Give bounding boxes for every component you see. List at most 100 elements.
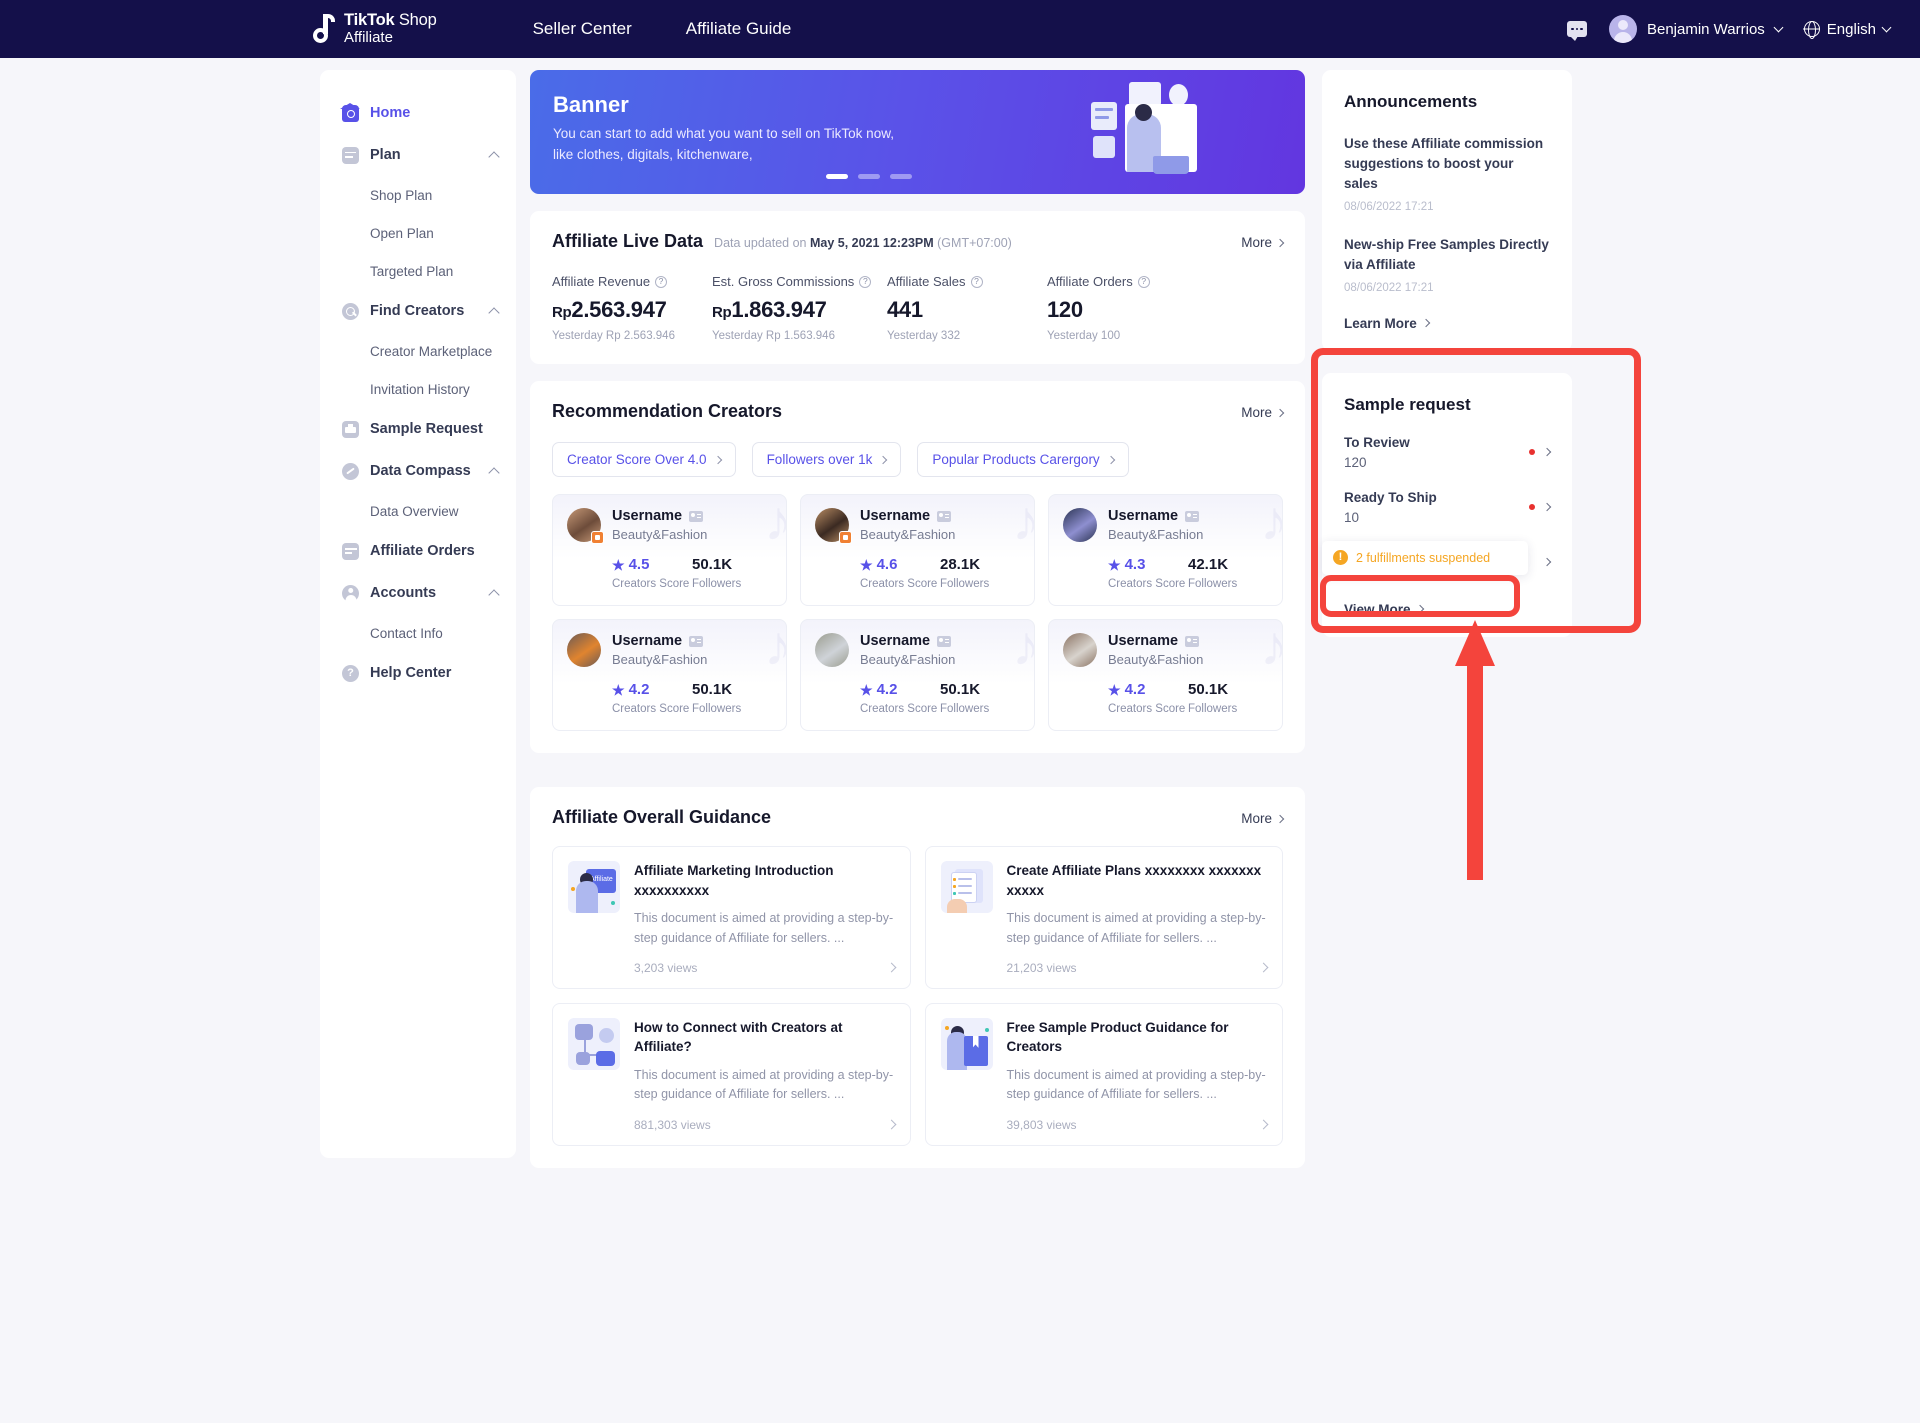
star-icon: ★: [612, 683, 625, 697]
creator-score-value: 4.5: [629, 556, 650, 573]
guidance-card[interactable]: How to Connect with Creators at Affiliat…: [552, 1003, 911, 1146]
announcement-text: New-ship Free Samples Directly via Affil…: [1344, 235, 1550, 275]
help-tooltip-icon[interactable]: ?: [655, 276, 667, 288]
help-tooltip-icon[interactable]: ?: [971, 276, 983, 288]
star-icon: ★: [860, 558, 873, 572]
updated-timezone: (GMT+07:00): [934, 236, 1012, 250]
filter-creator-score[interactable]: Creator Score Over 4.0: [552, 442, 736, 477]
creator-followers-value: 50.1K: [940, 681, 980, 698]
chevron-right-icon[interactable]: [886, 1120, 896, 1130]
creator-card[interactable]: ♪ Username Beauty&Fashion ★4.5 Creators …: [552, 494, 787, 606]
help-tooltip-icon[interactable]: ?: [859, 276, 871, 288]
sidebar-item-accounts[interactable]: Accounts: [320, 572, 516, 614]
creator-card[interactable]: ♪ Username Beauty&Fashion ★4.3 Creators …: [1048, 494, 1283, 606]
recommendation-more-link[interactable]: More: [1241, 405, 1283, 420]
guidance-card[interactable]: Free Sample Product Guidance for Creator…: [925, 1003, 1284, 1146]
page-title: Affiliate Live Data: [552, 231, 703, 252]
filter-followers[interactable]: Followers over 1k: [752, 442, 902, 477]
id-card-icon: [689, 511, 703, 522]
creator-score-value: 4.3: [1125, 556, 1146, 573]
carousel-dot-1[interactable]: [826, 174, 848, 179]
chevron-up-icon: [488, 589, 499, 600]
creator-followers-value: 50.1K: [1188, 681, 1228, 698]
sidebar-item-label: Accounts: [370, 585, 436, 601]
guidance-card-grid: Affiliate Affiliate Marketing Introducti…: [552, 846, 1283, 1146]
sidebar-item-contact-info[interactable]: Contact Info: [320, 614, 516, 652]
metric-number: 1.863.947: [731, 297, 826, 322]
sample-row-count: 10: [1344, 510, 1529, 525]
creator-card[interactable]: ♪ Username Beauty&Fashion ★4.2 Creators …: [1048, 619, 1283, 731]
sidebar-item-home[interactable]: Home: [320, 92, 516, 134]
sidebar-item-plan[interactable]: Plan: [320, 134, 516, 176]
metric-label: Affiliate Sales: [887, 274, 966, 289]
more-label: More: [1241, 811, 1272, 826]
language-label: English: [1827, 21, 1876, 38]
creator-card[interactable]: ♪ Username Beauty&Fashion ★4.2 Creators …: [552, 619, 787, 731]
sample-row-ready-to-ship[interactable]: Ready To Ship 10: [1344, 490, 1550, 525]
creator-category: Beauty&Fashion: [1108, 527, 1203, 542]
sample-row-label: Ready To Ship: [1344, 490, 1529, 505]
live-data-more-link[interactable]: More: [1241, 235, 1283, 250]
view-more-link[interactable]: View More: [1344, 602, 1550, 617]
sidebar-item-find-creators[interactable]: Find Creators: [320, 290, 516, 332]
chevron-right-icon[interactable]: [1259, 963, 1269, 973]
messages-icon[interactable]: [1567, 21, 1587, 37]
creator-card[interactable]: ♪ Username Beauty&Fashion ★4.2 Creators …: [800, 619, 1035, 731]
guidance-card[interactable]: Create Affiliate Plans xxxxxxxx xxxxxxx …: [925, 846, 1284, 989]
announcement-item[interactable]: New-ship Free Samples Directly via Affil…: [1344, 235, 1550, 294]
nav-seller-center[interactable]: Seller Center: [533, 19, 632, 39]
announcements-card: Announcements Use these Affiliate commis…: [1322, 70, 1572, 351]
guidance-more-link[interactable]: More: [1241, 811, 1283, 826]
metric-est-gross-commissions: Est. Gross Commissions? Rp1.863.947 Yest…: [712, 274, 887, 342]
toast-message: 2 fulfillments suspended: [1356, 551, 1490, 565]
sample-row-to-review[interactable]: To Review 120: [1344, 435, 1550, 470]
sidebar-item-data-compass[interactable]: Data Compass: [320, 450, 516, 492]
nav-affiliate-guide[interactable]: Affiliate Guide: [686, 19, 792, 39]
section-title: Affiliate Overall Guidance: [552, 807, 771, 828]
banner-carousel-dots[interactable]: [826, 174, 912, 179]
app-root: TikTok Shop Affiliate Seller Center Affi…: [0, 0, 1920, 1423]
user-menu[interactable]: Benjamin Warrios: [1609, 15, 1782, 43]
metric-value: 441: [887, 297, 1047, 323]
fulfillments-suspended-toast[interactable]: ! 2 fulfillments suspended: [1322, 541, 1528, 575]
creator-followers-stat: 50.1K Followers: [940, 681, 1020, 715]
creator-followers-stat: 50.1K Followers: [692, 556, 772, 590]
guidance-card[interactable]: Affiliate Affiliate Marketing Introducti…: [552, 846, 911, 989]
creator-score-label: Creators Score: [860, 578, 940, 590]
guidance-card-description: This document is aimed at providing a st…: [1007, 909, 1268, 948]
sidebar-item-affiliate-orders[interactable]: Affiliate Orders: [320, 530, 516, 572]
metric-previous: Yesterday 100: [1047, 330, 1207, 342]
creator-followers-stat: 28.1K Followers: [940, 556, 1020, 590]
learn-more-link[interactable]: Learn More: [1344, 316, 1550, 331]
sidebar-item-data-overview[interactable]: Data Overview: [320, 492, 516, 530]
creator-card[interactable]: ♪ Username Beauty&Fashion ★4.6 Creators …: [800, 494, 1035, 606]
sidebar-subitem-label: Invitation History: [370, 382, 470, 397]
sidebar-item-invitation-history[interactable]: Invitation History: [320, 370, 516, 408]
carousel-dot-3[interactable]: [890, 174, 912, 179]
more-label: More: [1241, 405, 1272, 420]
promo-banner[interactable]: Banner You can start to add what you wan…: [530, 70, 1305, 194]
metric-value: Rp1.863.947: [712, 297, 887, 323]
sidebar-item-creator-marketplace[interactable]: Creator Marketplace: [320, 332, 516, 370]
filter-popular-products[interactable]: Popular Products Carergory: [917, 442, 1128, 477]
sidebar-item-shop-plan[interactable]: Shop Plan: [320, 176, 516, 214]
chevron-right-icon: [1106, 455, 1114, 463]
tiktok-shop-affiliate-logo[interactable]: TikTok Shop Affiliate: [312, 12, 437, 45]
announcement-item[interactable]: Use these Affiliate commission suggestio…: [1344, 134, 1550, 213]
learn-more-label: Learn More: [1344, 316, 1417, 331]
unread-dot-icon: [1529, 449, 1535, 455]
language-selector[interactable]: English: [1804, 21, 1890, 38]
sidebar-item-sample-request[interactable]: Sample Request: [320, 408, 516, 450]
metric-label: Est. Gross Commissions: [712, 274, 854, 289]
sidebar-item-help-center[interactable]: ? Help Center: [320, 652, 516, 694]
logo-tiktok-text: TikTok: [344, 11, 394, 29]
sample-row-label: To Review: [1344, 435, 1529, 450]
sidebar-item-targeted-plan[interactable]: Targeted Plan: [320, 252, 516, 290]
help-tooltip-icon[interactable]: ?: [1138, 276, 1150, 288]
sidebar-item-open-plan[interactable]: Open Plan: [320, 214, 516, 252]
carousel-dot-2[interactable]: [858, 174, 880, 179]
announcement-text: Use these Affiliate commission suggestio…: [1344, 134, 1550, 194]
chevron-right-icon[interactable]: [1259, 1120, 1269, 1130]
sidebar-item-label: Plan: [370, 147, 401, 163]
chevron-right-icon[interactable]: [886, 963, 896, 973]
